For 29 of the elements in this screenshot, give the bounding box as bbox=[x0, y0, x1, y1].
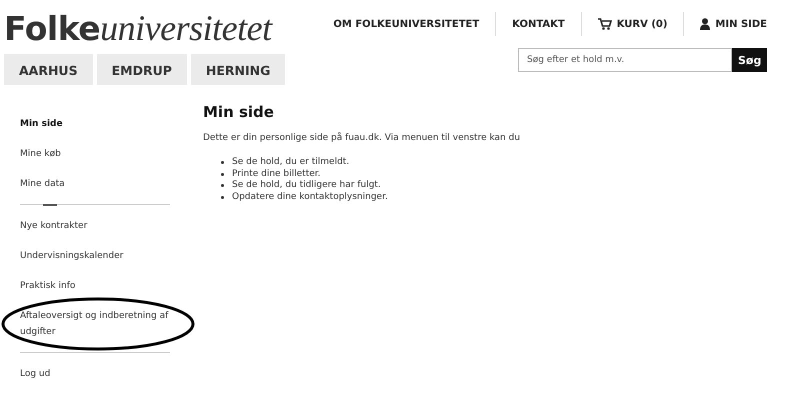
bullet-icon bbox=[221, 196, 224, 199]
list-text: Se de hold, du er tilmeldt. bbox=[232, 157, 350, 168]
list-text: Opdatere dine kontaktoplysninger. bbox=[232, 192, 388, 203]
user-icon bbox=[700, 18, 710, 30]
sidebar-link[interactable]: Mine data bbox=[20, 169, 170, 199]
bullet-icon bbox=[221, 172, 224, 176]
search-button[interactable]: Søg bbox=[732, 48, 767, 72]
sidebar-link[interactable]: Log ud bbox=[20, 359, 170, 389]
list-text: Printe dine billetter. bbox=[232, 168, 320, 180]
nav-link[interactable]: MIN SIDE bbox=[683, 12, 767, 36]
nav-link[interactable]: KURV (0) bbox=[580, 12, 684, 36]
sidebar-link[interactable]: Nye kontrakter bbox=[20, 211, 170, 241]
search-field[interactable]: Søg efter et hold m.v. bbox=[518, 48, 732, 72]
bullet-icon bbox=[221, 184, 224, 188]
nav-link[interactable]: KONTAKT bbox=[495, 12, 581, 36]
page-heading: Min side bbox=[203, 103, 275, 121]
logo[interactable]: Folkeuniversitetet bbox=[4, 10, 286, 46]
sidebar-link[interactable]: Undervisningskalender bbox=[20, 241, 170, 271]
city-tab[interactable]: EMDRUP bbox=[96, 54, 187, 85]
city-tab[interactable]: HERNING bbox=[190, 54, 286, 85]
city-tab[interactable]: AARHUS bbox=[4, 54, 93, 85]
intro-text: Dette er din personlige side på fuau.dk. Via menuen til venstre kan du bbox=[203, 133, 520, 143]
sidebar-link[interactable]: Mine køb bbox=[20, 139, 170, 169]
sidebar-link[interactable]: Praktisk info bbox=[20, 271, 170, 301]
nav-link[interactable]: OM FOLKEUNIVERSITETET bbox=[317, 12, 496, 36]
list-text: Se de hold, du tidligere har fulgt. bbox=[232, 180, 381, 192]
sidebar-link[interactable]: Min side bbox=[20, 109, 170, 139]
bullet-icon bbox=[221, 161, 224, 164]
cart-icon bbox=[598, 18, 612, 30]
